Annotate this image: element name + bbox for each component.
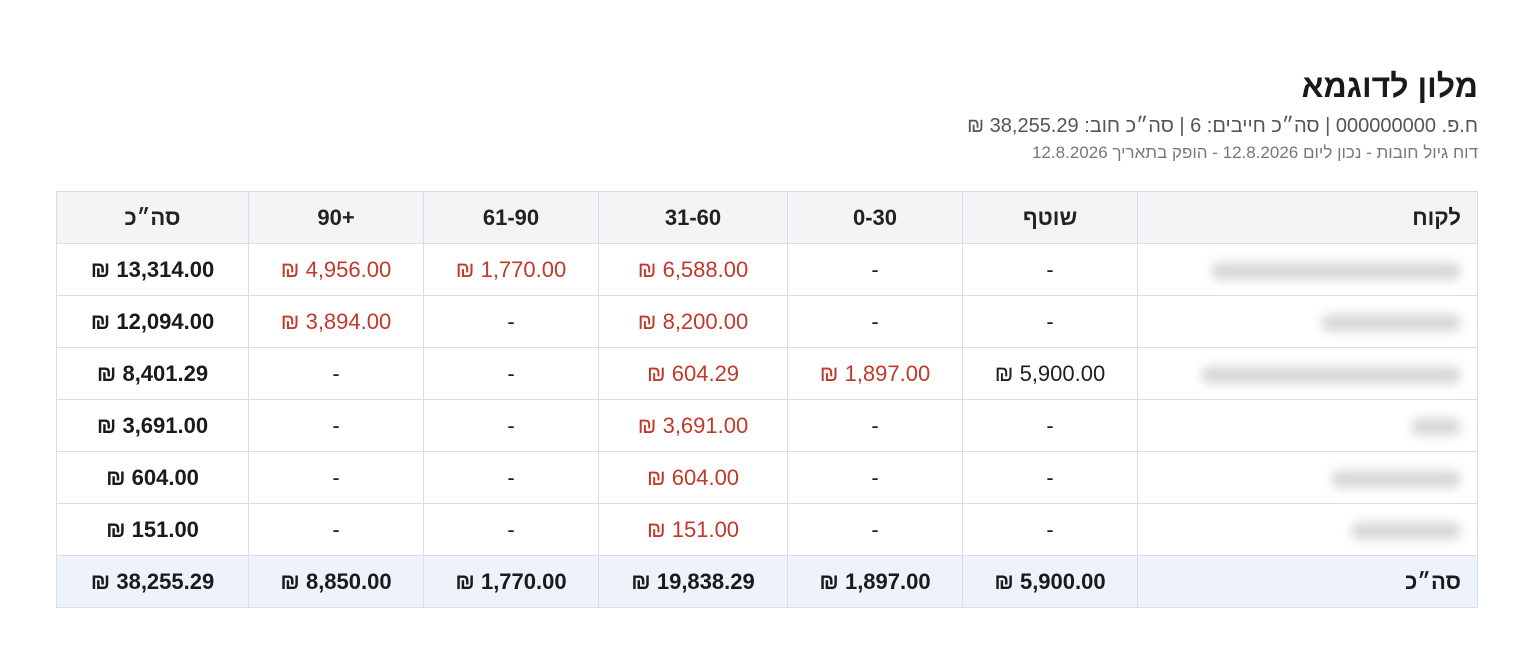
cell-0-30: -	[787, 295, 963, 348]
cell-90-plus: -	[248, 399, 424, 452]
cell-total: 8,401.29 ₪	[56, 347, 249, 400]
customer-name-redacted	[1137, 503, 1478, 556]
cell-current: -	[962, 399, 1138, 452]
cell-0-30: -	[787, 451, 963, 504]
cell-31-60: 3,691.00 ₪	[598, 399, 788, 452]
header-0-30: 0-30	[787, 191, 963, 244]
cell-total: 13,314.00 ₪	[56, 243, 249, 296]
cell-current: -	[962, 295, 1138, 348]
cell-31-60: 604.00 ₪	[598, 451, 788, 504]
cell-total: 12,094.00 ₪	[56, 295, 249, 348]
cell-90-plus: -	[248, 347, 424, 400]
header-total: סה״כ	[56, 191, 249, 244]
header-customer: לקוח	[1137, 191, 1478, 244]
cell-61-90: -	[423, 451, 599, 504]
customer-name-redacted	[1137, 347, 1478, 400]
cell-31-60: 8,200.00 ₪	[598, 295, 788, 348]
report-title: מלון לדוגמא	[1301, 68, 1478, 104]
cell-current: -	[962, 503, 1138, 556]
cell-90-plus: -	[248, 451, 424, 504]
cell-61-90: -	[423, 503, 599, 556]
header-61-90: 61-90	[423, 191, 599, 244]
cell-current: 5,900.00 ₪	[962, 347, 1138, 400]
report-meta-line: ח.פ. 000000000 | סה״כ חייבים: 6 | סה״כ ח…	[967, 115, 1478, 137]
cell-total: 604.00 ₪	[56, 451, 249, 504]
footer-61-90: 1,770.00 ₪	[423, 555, 599, 608]
header-current: שוטף	[962, 191, 1138, 244]
table-header-row: לקוח שוטף 0-30 31-60 61-90 +90 סה״כ	[56, 191, 1478, 244]
header-31-60: 31-60	[598, 191, 788, 244]
cell-current: -	[962, 243, 1138, 296]
footer-31-60: 19,838.29 ₪	[598, 555, 788, 608]
table-row: - - 151.00 ₪ - - 151.00 ₪	[56, 503, 1478, 556]
footer-90-plus: 8,850.00 ₪	[248, 555, 424, 608]
footer-label: סה״כ	[1137, 555, 1478, 608]
cell-0-30: 1,897.00 ₪	[787, 347, 963, 400]
cell-31-60: 604.29 ₪	[598, 347, 788, 400]
footer-total: 38,255.29 ₪	[56, 555, 249, 608]
table-row: - - 6,588.00 ₪ 1,770.00 ₪ 4,956.00 ₪ 13,…	[56, 243, 1478, 296]
cell-90-plus: -	[248, 503, 424, 556]
cell-current: -	[962, 451, 1138, 504]
cell-90-plus: 3,894.00 ₪	[248, 295, 424, 348]
footer-0-30: 1,897.00 ₪	[787, 555, 963, 608]
customer-name-redacted	[1137, 295, 1478, 348]
cell-61-90: -	[423, 399, 599, 452]
aging-table: לקוח שוטף 0-30 31-60 61-90 +90 סה״כ - - …	[56, 191, 1478, 608]
table-footer-row: סה״כ 5,900.00 ₪ 1,897.00 ₪ 19,838.29 ₪ 1…	[56, 555, 1478, 608]
cell-61-90: -	[423, 295, 599, 348]
cell-90-plus: 4,956.00 ₪	[248, 243, 424, 296]
table-row: 5,900.00 ₪ 1,897.00 ₪ 604.29 ₪ - - 8,401…	[56, 347, 1478, 400]
cell-61-90: -	[423, 347, 599, 400]
cell-0-30: -	[787, 399, 963, 452]
customer-name-redacted	[1137, 399, 1478, 452]
cell-0-30: -	[787, 503, 963, 556]
footer-current: 5,900.00 ₪	[962, 555, 1138, 608]
header-90-plus: +90	[248, 191, 424, 244]
customer-name-redacted	[1137, 451, 1478, 504]
cell-total: 3,691.00 ₪	[56, 399, 249, 452]
table-row: - - 604.00 ₪ - - 604.00 ₪	[56, 451, 1478, 504]
table-row: - - 3,691.00 ₪ - - 3,691.00 ₪	[56, 399, 1478, 452]
customer-name-redacted	[1137, 243, 1478, 296]
aging-report: מלון לדוגמא ח.פ. 000000000 | סה״כ חייבים…	[56, 62, 1478, 608]
cell-total: 151.00 ₪	[56, 503, 249, 556]
cell-31-60: 151.00 ₪	[598, 503, 788, 556]
cell-0-30: -	[787, 243, 963, 296]
cell-61-90: 1,770.00 ₪	[423, 243, 599, 296]
cell-31-60: 6,588.00 ₪	[598, 243, 788, 296]
table-row: - - 8,200.00 ₪ - 3,894.00 ₪ 12,094.00 ₪	[56, 295, 1478, 348]
report-subtitle: דוח גיול חובות - נכון ליום 12.8.2026 - ה…	[1032, 143, 1478, 162]
